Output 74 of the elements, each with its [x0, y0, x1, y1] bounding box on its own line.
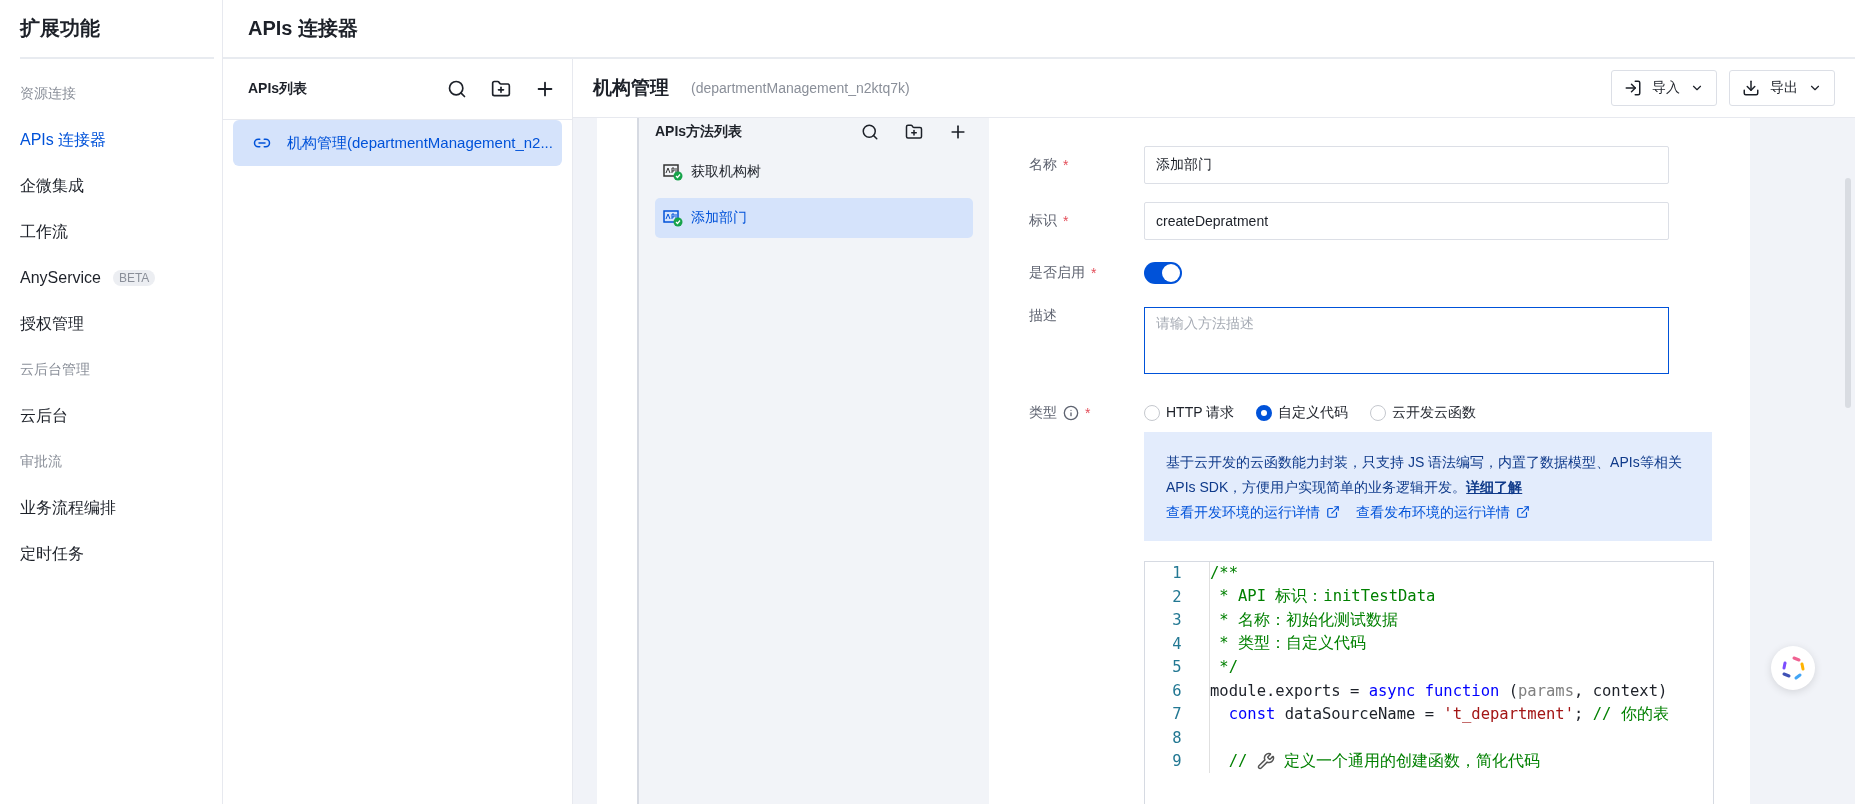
- line-number: 9: [1171, 752, 1183, 771]
- method-list-item[interactable]: 获取机构树: [655, 152, 973, 192]
- radio-option[interactable]: HTTP 请求: [1144, 403, 1235, 422]
- folder-plus-icon[interactable]: [490, 78, 512, 100]
- field-label: 标识: [1029, 212, 1057, 230]
- import-button[interactable]: 导入: [1611, 70, 1717, 106]
- info-icon[interactable]: [1063, 404, 1079, 421]
- detail-title: 机构管理: [593, 76, 669, 100]
- list-title: APIs列表: [248, 80, 309, 98]
- field-label: 描述: [1029, 306, 1057, 325]
- list-title: APIs方法列表: [655, 123, 744, 141]
- text-field[interactable]: createDepratment: [1144, 202, 1669, 240]
- line-number: 5: [1171, 658, 1183, 677]
- group-heading: 云后台管理: [20, 360, 91, 379]
- external-link-icon: [1516, 505, 1530, 520]
- beta-badge: BETA: [112, 270, 156, 286]
- sidebar-item[interactable]: 业务流程编排: [20, 497, 116, 519]
- code-line: * 名称：初始化测试数据: [1209, 608, 1398, 633]
- download-icon: [1742, 79, 1760, 97]
- sidebar-item[interactable]: AnyService: [20, 269, 101, 287]
- description-field[interactable]: 请输入方法描述: [1144, 306, 1669, 374]
- line-number: 3: [1171, 611, 1183, 630]
- sparkle-logo-icon: [1780, 655, 1806, 681]
- field-label: 类型: [1029, 403, 1057, 422]
- field-label: 是否启用: [1029, 264, 1085, 283]
- sidebar-title: 扩展功能: [20, 0, 214, 59]
- sidebar-item[interactable]: 企微集成: [20, 175, 84, 197]
- required-mark: *: [1063, 157, 1069, 173]
- group-heading: 审批流: [20, 452, 63, 471]
- field-label: 名称: [1029, 156, 1057, 174]
- code-editor[interactable]: 1 /** 2 * API 标识：initTestData 3 * 名称：初始化测试数据 4 * 类型：自定义代码 5 */ 6 module.exports = async function (params, context) 7 const dataSourceName = 't_department'; // 你的表 8 9 // 定义一个通用的创建函数，简化代码: [1144, 560, 1714, 804]
- details-link[interactable]: 查看发布环境的运行详情: [1356, 499, 1530, 525]
- api-list-item[interactable]: 机构管理(departmentManagement_n2...: [233, 120, 562, 166]
- code-line: /**: [1209, 561, 1238, 586]
- wrench-icon: [1256, 752, 1275, 771]
- radio-option[interactable]: 云开发云函数: [1370, 403, 1477, 422]
- radio-button[interactable]: [1256, 404, 1273, 421]
- required-mark: *: [1063, 213, 1069, 229]
- line-number: 1: [1171, 564, 1183, 583]
- code-line: * API 标识：initTestData: [1209, 585, 1436, 609]
- detail-subtitle: (departmentManagement_n2ktq7k): [691, 80, 911, 96]
- text-field[interactable]: 添加部门: [1144, 146, 1669, 184]
- code-line: module.exports = async function (params, context): [1209, 679, 1668, 703]
- line-number: 6: [1171, 681, 1183, 700]
- info-text: 基于云开发的云函数能力封装，只支持 JS 语法编写，内置了数据模型、APIs等相关 APIs SDK，方便用户实现简单的业务逻辑开发。详细了解: [1166, 452, 1683, 497]
- radio-option[interactable]: 自定义代码: [1256, 403, 1349, 422]
- line-number: 8: [1171, 728, 1183, 747]
- details-link[interactable]: 查看开发环境的运行详情: [1166, 499, 1340, 525]
- sidebar-item[interactable]: 定时任务: [20, 543, 84, 565]
- external-link-icon: [1326, 505, 1340, 520]
- sidebar-item[interactable]: 工作流: [20, 221, 68, 243]
- line-number: 4: [1171, 634, 1183, 653]
- required-mark: *: [1085, 404, 1091, 421]
- method-list-item[interactable]: 添加部门: [655, 198, 973, 238]
- api-check-icon: [663, 163, 683, 181]
- sidebar-item[interactable]: APIs 连接器: [20, 129, 107, 151]
- export-button[interactable]: 导出: [1729, 70, 1835, 106]
- sidebar-item[interactable]: 云后台: [20, 405, 68, 427]
- sidebar-item[interactable]: 授权管理: [20, 313, 84, 335]
- required-mark: *: [1091, 265, 1097, 282]
- learn-more-link[interactable]: 详细了解: [1466, 478, 1523, 495]
- page-title: APIs 连接器: [223, 0, 1855, 59]
- scrollbar[interactable]: [1845, 178, 1851, 408]
- line-number: 2: [1171, 587, 1183, 606]
- import-icon: [1624, 79, 1642, 97]
- group-heading: 资源连接: [20, 84, 77, 103]
- code-line: // 定义一个通用的创建函数，简化代码: [1209, 749, 1540, 774]
- code-line: const dataSourceName = 't_department'; // 你的表: [1209, 702, 1669, 727]
- toggle-switch[interactable]: [1144, 262, 1182, 285]
- code-line: */: [1209, 655, 1238, 680]
- api-check-icon: [663, 209, 683, 227]
- line-number: 7: [1171, 705, 1183, 724]
- code-line: * 类型：自定义代码: [1209, 632, 1366, 656]
- search-icon[interactable]: [446, 78, 468, 100]
